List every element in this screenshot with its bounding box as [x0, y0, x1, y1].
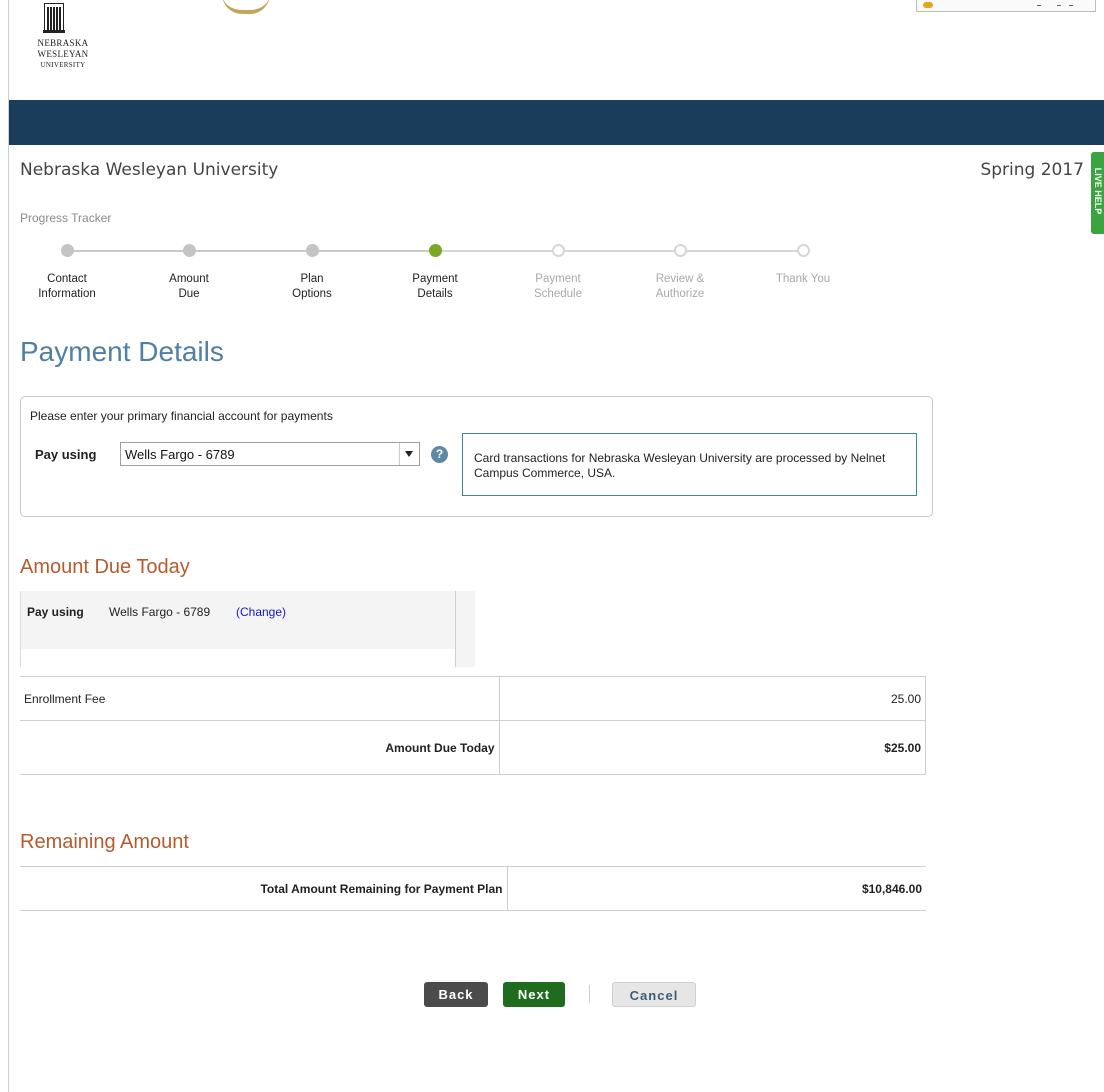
browser-widget [916, 0, 1096, 12]
page-title: Payment Details [20, 336, 224, 367]
help-icon[interactable]: ? [431, 446, 448, 463]
step-dot [60, 244, 74, 257]
cancel-button[interactable]: Cancel [612, 982, 696, 1007]
amount-due-heading: Amount Due Today [20, 556, 190, 578]
payment-account-panel: Please enter your primary financial acco… [20, 396, 933, 517]
step-dot-active [428, 244, 442, 257]
step-dot [182, 244, 196, 257]
processor-notice: Card transactions for Nebraska Wesleyan … [462, 433, 917, 496]
pay-using-label: Pay using [35, 447, 97, 462]
decorative-crescent [222, 0, 270, 14]
change-account-link[interactable]: (Change) [236, 605, 286, 619]
table-row: Enrollment Fee 25.00 [20, 676, 926, 721]
step-review-authorize: Review & Authorize [625, 244, 735, 302]
remaining-value: $10,846.00 [507, 866, 926, 911]
step-amount-due: Amount Due [134, 244, 244, 302]
back-button[interactable]: Back [424, 982, 488, 1007]
table-row: Amount Due Today $25.00 [20, 720, 926, 775]
widget-icon [923, 2, 933, 8]
live-help-tab[interactable]: LIVE HELP [1091, 152, 1104, 234]
payment-intro-text: Please enter your primary financial acco… [30, 409, 333, 423]
pay-using-label: Pay using [27, 605, 84, 619]
selected-account: Wells Fargo - 6789 [125, 447, 235, 462]
remaining-label: Total Amount Remaining for Payment Plan [20, 866, 508, 911]
live-help-label: LIVE HELP [1093, 167, 1103, 215]
step-dot [796, 244, 810, 257]
step-thank-you: Thank You [748, 244, 858, 287]
page-left-border [8, 0, 9, 1092]
progress-tracker-label: Progress Tracker [20, 211, 112, 225]
enrollment-fee-label: Enrollment Fee [20, 676, 500, 721]
remaining-amount-heading: Remaining Amount [20, 831, 189, 853]
step-plan-options: Plan Options [257, 244, 367, 302]
dropdown-arrow-icon[interactable] [399, 443, 419, 465]
university-logo[interactable]: NEBRASKA WESLEYAN UNIVERSITY [20, 0, 120, 96]
amount-due-total-label: Amount Due Today [20, 720, 500, 775]
pay-using-summary: Pay using Wells Fargo - 6789 (Change) [20, 591, 475, 667]
step-payment-details: Payment Details [380, 244, 490, 302]
next-button[interactable]: Next [503, 982, 565, 1007]
header-banner [9, 100, 1104, 145]
step-contact-information: Contact Information [12, 244, 122, 302]
button-divider [589, 985, 590, 1003]
step-dot [551, 244, 565, 257]
university-tower-icon [43, 3, 65, 33]
step-dot [673, 244, 687, 257]
enrollment-fee-value: 25.00 [499, 676, 926, 721]
school-name: Nebraska Wesleyan University [20, 160, 279, 180]
step-dot [305, 244, 319, 257]
form-actions: Back Next Cancel [0, 982, 1104, 1008]
amount-due-table: Enrollment Fee 25.00 Amount Due Today $2… [20, 676, 926, 775]
logo-wordmark: NEBRASKA WESLEYAN UNIVERSITY [37, 38, 89, 69]
table-row: Total Amount Remaining for Payment Plan … [20, 866, 926, 911]
pay-using-select[interactable]: Wells Fargo - 6789 [120, 442, 420, 466]
term-label: Spring 2017 [980, 160, 1084, 180]
pay-using-value: Wells Fargo - 6789 [109, 605, 211, 619]
amount-due-total-value: $25.00 [499, 720, 926, 775]
remaining-amount-table: Total Amount Remaining for Payment Plan … [20, 866, 926, 911]
step-payment-schedule: Payment Schedule [503, 244, 613, 302]
